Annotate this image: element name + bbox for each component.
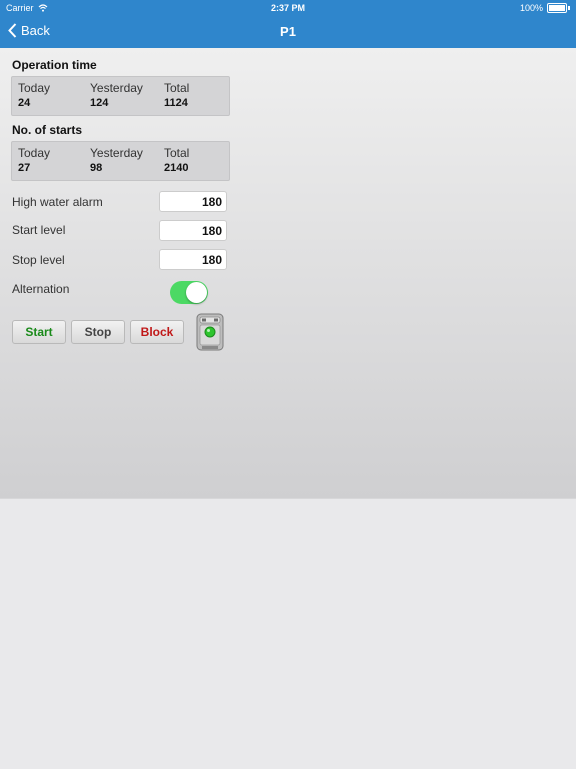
- starts-title: No. of starts: [12, 123, 83, 137]
- alternation-toggle[interactable]: [170, 281, 208, 304]
- starts-today: Today 27: [18, 146, 50, 174]
- navigation-bar: Back P1: [0, 16, 576, 48]
- starts-box: Today 27 Yesterday 98 Total 2140: [11, 141, 230, 181]
- alternation-label: Alternation: [12, 282, 70, 296]
- start-button[interactable]: Start: [12, 320, 66, 344]
- toggle-knob: [186, 282, 207, 303]
- status-time: 2:37 PM: [270, 3, 305, 13]
- stat-value: 98: [90, 162, 103, 174]
- stat-value: 1124: [164, 97, 188, 109]
- stat-value: 24: [18, 97, 31, 109]
- battery-percent: 100%: [519, 3, 543, 13]
- starts-yesterday: Yesterday 98: [90, 146, 143, 174]
- page-title: P1: [280, 24, 296, 39]
- operation-time-box: Today 24 Yesterday 124 Total 1124: [11, 76, 230, 116]
- start-level-label: Start level: [12, 223, 66, 237]
- stop-level-label: Stop level: [12, 253, 65, 267]
- operation-time-today: Today 24: [18, 81, 50, 109]
- status-bar: Carrier 2:37 PM 100%: [0, 0, 576, 16]
- stat-label: Total: [164, 81, 190, 95]
- stat-label: Total: [164, 146, 190, 160]
- battery-icon: [547, 3, 567, 13]
- starts-total: Total 2140: [164, 146, 189, 174]
- operation-time-yesterday: Yesterday 124: [90, 81, 143, 109]
- start-level-input[interactable]: [159, 220, 227, 241]
- high-water-alarm-label: High water alarm: [12, 195, 103, 209]
- pump-icon: [196, 313, 224, 351]
- stat-value: 2140: [164, 162, 189, 174]
- high-water-alarm-input[interactable]: [159, 191, 227, 212]
- stat-label: Yesterday: [90, 81, 143, 95]
- stat-label: Today: [18, 81, 51, 95]
- stat-label: Today: [18, 146, 51, 160]
- block-button[interactable]: Block: [130, 320, 184, 344]
- stop-level-input[interactable]: [159, 249, 227, 270]
- stop-button[interactable]: Stop: [71, 320, 125, 344]
- operation-time-total: Total 1124: [164, 81, 189, 109]
- battery-status: 100%: [520, 3, 570, 13]
- empty-area: [0, 498, 576, 769]
- stat-value: 27: [18, 162, 31, 174]
- operation-time-title: Operation time: [12, 58, 97, 72]
- stat-label: Yesterday: [90, 146, 143, 160]
- stat-value: 124: [90, 97, 109, 109]
- pump-detail-panel: Operation time Today 24 Yesterday 124 To…: [0, 48, 576, 498]
